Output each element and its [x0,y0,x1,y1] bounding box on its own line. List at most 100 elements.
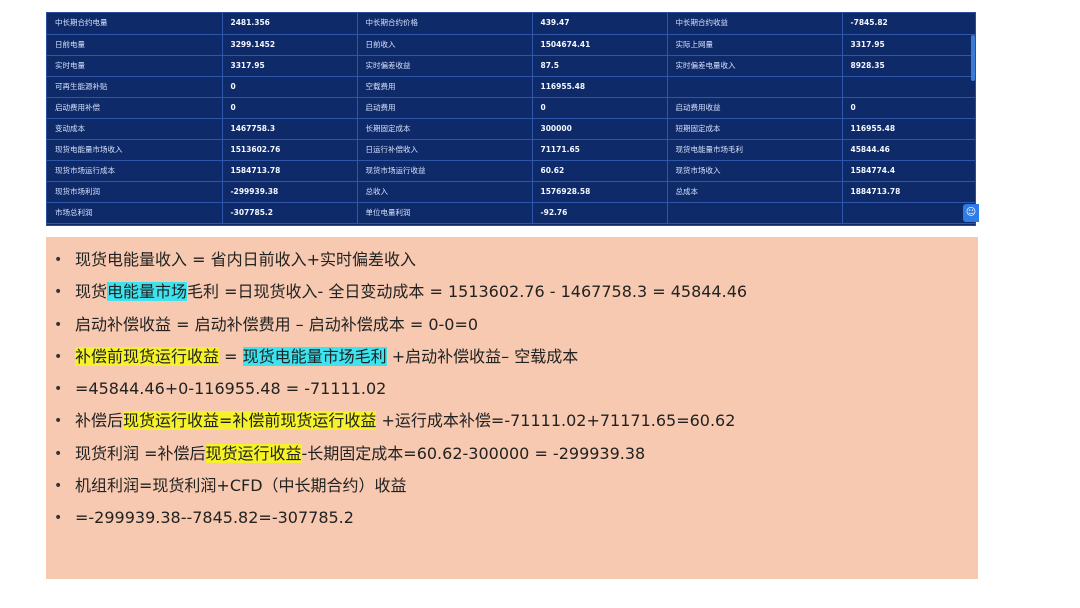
formula-item: 现货电能量收入 = 省内日前收入+实时偏差收入 [46,247,978,279]
table-scrollbar-thumb[interactable] [971,35,975,81]
metric-label: 实时偏差电量收入 [667,55,843,77]
metric-value: 1513602.76 [222,139,358,161]
metric-label: 日运行补偿收入 [357,139,533,161]
metric-label: 实时电量 [47,55,223,77]
metric-value: 71171.65 [532,139,668,161]
metric-value: 1584713.78 [222,160,358,182]
metrics-table: 中长期合约电量 2481.356 中长期合约价格 439.47 中长期合约收益 -7845… [47,13,975,224]
metric-value: 8928.35 [842,55,975,77]
formula-text: -长期固定成本=60.62-300000 = -299939.38 [301,443,646,463]
metric-value: 1576928.58 [532,181,668,203]
metric-label [667,202,843,224]
metric-value: 3317.95 [842,34,975,56]
metric-label: 总成本 [667,181,843,203]
formula-item: 补偿前现货运行收益 = 现货电能量市场毛利 +启动补偿收益– 空载成本 [46,344,978,376]
metric-value: -92.76 [532,202,668,224]
metric-label: 单位电量利润 [357,202,533,224]
metric-value: 439.47 [532,13,668,35]
table-row: 现货电能量市场收入 1513602.76 日运行补偿收入 71171.65 现货电能量市… [47,139,975,161]
metric-value: 0 [842,97,975,119]
metric-label: 现货电能量市场收入 [47,139,223,161]
metric-label: 市场总利润 [47,202,223,224]
metric-label: 现货市场运行成本 [47,160,223,182]
highlighted-term: 现货运行收益=补偿前现货运行收益 [123,411,377,431]
table-row: 可再生能源补贴 0 空载费用 116955.48 [47,76,975,98]
metric-value: -307785.2 [222,202,358,224]
formula-text: 启动补偿收益 = 启动补偿费用 – 启动补偿成本 = 0-0=0 [75,314,479,334]
formula-list: 现货电能量收入 = 省内日前收入+实时偏差收入现货电能量市场毛利 =日现货收入-… [46,237,978,538]
metric-label: 空载费用 [357,76,533,98]
page: 中长期合约电量 2481.356 中长期合约价格 439.47 中长期合约收益 -7845… [0,0,1080,608]
metric-value: 300000 [532,118,668,140]
formula-item: 机组利润=现货利润+CFD（中长期合约）收益 [46,473,978,505]
metric-label: 实时偏差收益 [357,55,533,77]
formula-text: +运行成本补偿=-71111.02+71171.65=60.62 [376,411,736,431]
formula-text: 补偿后 [75,411,124,431]
table-row: 市场总利润 -307785.2 单位电量利润 -92.76 [47,202,975,224]
metric-label: 短期固定成本 [667,118,843,140]
metric-value [842,202,975,224]
formula-text: =45844.46+0-116955.48 = -71111.02 [75,379,387,399]
metric-value: 116955.48 [842,118,975,140]
metric-value: 1584774.4 [842,160,975,182]
metric-value: 1504674.41 [532,34,668,56]
metric-label: 启动费用收益 [667,97,843,119]
metric-label: 中长期合约收益 [667,13,843,35]
metric-label: 日前收入 [357,34,533,56]
metric-value: 60.62 [532,160,668,182]
metric-value: 2481.356 [222,13,358,35]
metrics-table-panel: 中长期合约电量 2481.356 中长期合约价格 439.47 中长期合约收益 -7845… [46,12,976,226]
metric-label: 现货电能量市场毛利 [667,139,843,161]
formula-text: +启动补偿收益– 空载成本 [386,346,579,366]
formula-text: 毛利 =日现货收入- 全日变动成本 = 1513602.76 - 1467758… [187,282,748,302]
formula-item: =45844.46+0-116955.48 = -71111.02 [46,376,978,408]
metric-label: 可再生能源补贴 [47,76,223,98]
table-row: 启动费用补偿 0 启动费用 0 启动费用收益 0 [47,97,975,119]
formula-text: =-299939.38--7845.82=-307785.2 [75,508,354,528]
highlighted-term: 现货运行收益 [205,443,302,463]
highlighted-term: 电能量市场 [107,282,188,302]
metric-label [667,76,843,98]
formula-text: = [219,346,243,366]
formula-text: 现货利润 =补偿后 [75,443,206,463]
metric-label: 现货市场运行收益 [357,160,533,182]
metric-label: 变动成本 [47,118,223,140]
metric-label: 总收入 [357,181,533,203]
metric-label: 启动费用 [357,97,533,119]
formula-item: 补偿后现货运行收益=补偿前现货运行收益 +运行成本补偿=-71111.02+71… [46,408,978,440]
metric-label: 中长期合约电量 [47,13,223,35]
metric-label: 长期固定成本 [357,118,533,140]
formula-text: 机组利润=现货利润+CFD（中长期合约）收益 [75,476,407,496]
metric-value: 45844.46 [842,139,975,161]
user-icon[interactable]: ☺ [963,204,979,222]
metric-label: 实际上网量 [667,34,843,56]
highlighted-term: 补偿前现货运行收益 [75,346,220,366]
metric-value: -7845.82 [842,13,975,35]
metric-value: 1884713.78 [842,181,975,203]
metric-value: 1467758.3 [222,118,358,140]
table-row: 实时电量 3317.95 实时偏差收益 87.5 实时偏差电量收入 8928.35 [47,55,975,77]
formula-notes-panel: 现货电能量收入 = 省内日前收入+实时偏差收入现货电能量市场毛利 =日现货收入-… [46,237,978,579]
metric-label: 启动费用补偿 [47,97,223,119]
metric-label: 现货市场收入 [667,160,843,182]
formula-text: 现货 [75,282,108,302]
table-row: 日前电量 3299.1452 日前收入 1504674.41 实际上网量 3317.95 [47,34,975,56]
metric-value: 116955.48 [532,76,668,98]
table-row: 现货市场利润 -299939.38 总收入 1576928.58 总成本 1884713.… [47,181,975,203]
metrics-table-body: 中长期合约电量 2481.356 中长期合约价格 439.47 中长期合约收益 -7845… [47,13,975,224]
highlighted-term: 现货电能量市场毛利 [242,346,387,366]
metric-label: 日前电量 [47,34,223,56]
formula-item: =-299939.38--7845.82=-307785.2 [46,505,978,537]
table-row: 现货市场运行成本 1584713.78 现货市场运行收益 60.62 现货市场收入 158… [47,160,975,182]
metric-value: 3299.1452 [222,34,358,56]
metric-value: 3317.95 [222,55,358,77]
formula-item: 启动补偿收益 = 启动补偿费用 – 启动补偿成本 = 0-0=0 [46,312,978,344]
metric-value: -299939.38 [222,181,358,203]
formula-text: 现货电能量收入 = 省内日前收入+实时偏差收入 [75,250,416,269]
metric-value: 87.5 [532,55,668,77]
metric-value: 0 [532,97,668,119]
metric-label: 现货市场利润 [47,181,223,203]
metric-value [842,76,975,98]
table-row: 中长期合约电量 2481.356 中长期合约价格 439.47 中长期合约收益 -7845… [47,13,975,35]
table-row: 变动成本 1467758.3 长期固定成本 300000 短期固定成本 116955.48 [47,118,975,140]
